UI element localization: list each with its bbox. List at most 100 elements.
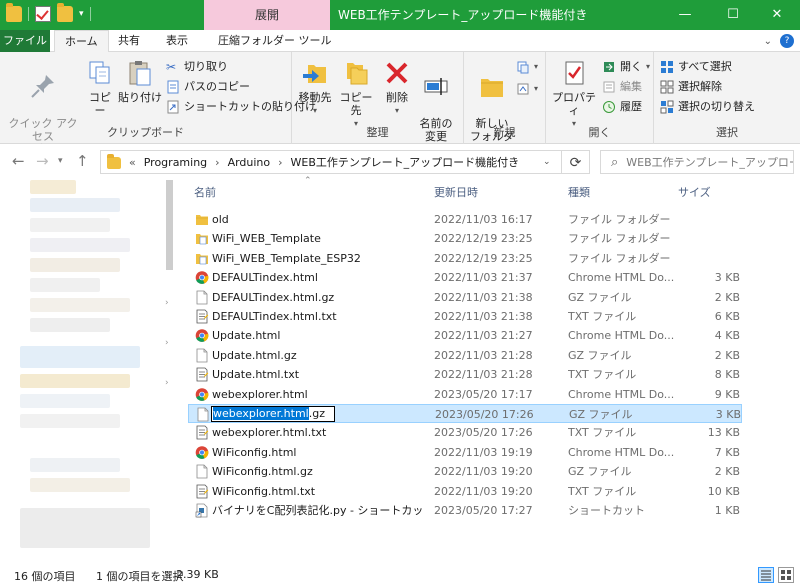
- new-folder-icon: [481, 79, 503, 97]
- file-row[interactable]: old 2022/11/03 16:17 ファイル フォルダー: [188, 210, 742, 229]
- recent-locations-icon[interactable]: ▾: [58, 156, 63, 166]
- organize-group-label: 整理: [366, 126, 389, 139]
- tab-view[interactable]: 表示: [156, 30, 198, 52]
- open-button[interactable]: 開く ▾: [602, 58, 650, 76]
- new-folder-button[interactable]: 新しい フォルダー: [470, 58, 514, 156]
- minimize-button[interactable]: —: [662, 0, 708, 30]
- expand-chevron-icon[interactable]: ›: [165, 298, 169, 308]
- move-to-button[interactable]: 移動先 ▾: [296, 58, 334, 117]
- file-date: 2022/11/03 19:20: [434, 484, 533, 498]
- pin-quick-access-button[interactable]: クイック アクセス にピン留めする: [4, 58, 82, 156]
- back-arrow-icon[interactable]: ←: [12, 152, 25, 170]
- history-icon: [603, 101, 615, 113]
- file-row[interactable]: Update.html.gz 2022/11/03 21:28 GZ ファイル 2 K…: [188, 346, 742, 365]
- forward-arrow-icon[interactable]: →: [36, 152, 49, 170]
- copy-button[interactable]: コピー: [84, 58, 116, 117]
- file-row[interactable]: WiFiconfig.html.txt 2022/11/03 19:20 TXT フ…: [188, 482, 742, 501]
- expand-chevron-icon[interactable]: ›: [165, 338, 169, 348]
- chrome-icon: [195, 445, 209, 459]
- file-row[interactable]: Update.html 2022/11/03 21:27 Chrome HTML D…: [188, 326, 742, 345]
- breadcrumb-item[interactable]: Programing: [144, 156, 207, 169]
- collapse-ribbon-icon[interactable]: ⌄: [764, 36, 772, 47]
- expand-chevron-icon[interactable]: ›: [165, 378, 169, 388]
- tab-share[interactable]: 共有: [108, 30, 150, 52]
- nav-pane-scrollbar[interactable]: › › ›: [163, 178, 176, 564]
- scrollbar-thumb[interactable]: [166, 180, 173, 270]
- file-row[interactable]: バイナリをC配列表記化.py - ショートカット 2023/05/20 17:27…: [188, 501, 742, 520]
- file-row[interactable]: webexplorer.html 2023/05/20 17:17 Chrome H…: [188, 385, 742, 404]
- file-row[interactable]: WiFi_WEB_Template_ESP32 2022/12/19 23:25 フ…: [188, 249, 742, 268]
- invert-selection-button[interactable]: 選択の切り替え: [660, 98, 755, 116]
- file-row[interactable]: DEFAULTindex.html.txt 2022/11/03 21:38 TXT…: [188, 307, 742, 326]
- file-row[interactable]: WiFi_WEB_Template 2022/12/19 23:25 ファイル フォ…: [188, 229, 742, 248]
- tab-compressed-folder-tools[interactable]: 圧縮フォルダー ツール: [208, 30, 342, 52]
- file-row[interactable]: Update.html.txt 2022/11/03 21:28 TXT ファイル 8…: [188, 365, 742, 384]
- title-bar: ▾ 展開 WEB工作テンプレート_アップロード機能付き — ☐ ✕: [0, 0, 800, 30]
- up-arrow-icon[interactable]: ↑: [76, 152, 89, 170]
- address-bar[interactable]: « Programing › Arduino › WEB工作テンプレート_アップ…: [100, 150, 562, 174]
- copy-to-button[interactable]: コピー先 ▾: [336, 58, 376, 130]
- quick-access-toolbar: ▾: [6, 3, 91, 22]
- cut-button[interactable]: ✂ 切り取り: [166, 58, 228, 76]
- tab-home[interactable]: ホーム: [54, 30, 109, 53]
- rename-input[interactable]: webexplorer.html.gz: [211, 406, 335, 422]
- paste-button[interactable]: 貼り付け: [118, 58, 162, 104]
- breadcrumb-separator-icon[interactable]: ›: [278, 156, 282, 169]
- column-header-name[interactable]: 名前: [194, 182, 216, 204]
- select-none-button[interactable]: 選択解除: [660, 78, 722, 96]
- file-size: [674, 229, 740, 248]
- edit-button[interactable]: 編集: [602, 78, 642, 96]
- file-row[interactable]: DEFAULTindex.html 2022/11/03 21:37 Chrome …: [188, 268, 742, 287]
- file-name: old: [212, 213, 229, 226]
- navigation-pane[interactable]: › › ›: [0, 178, 176, 564]
- copy-path-button[interactable]: パスのコピー: [166, 78, 250, 96]
- breadcrumb-item[interactable]: Arduino: [228, 156, 271, 169]
- search-input[interactable]: ⌕ WEB工作テンプレート_アップロー...: [600, 150, 794, 174]
- breadcrumb-separator-icon[interactable]: ›: [215, 156, 219, 169]
- breadcrumb-item[interactable]: WEB工作テンプレート_アップロード機能付き: [291, 154, 520, 170]
- window-title: WEB工作テンプレート_アップロード機能付き: [338, 8, 588, 22]
- file-type: GZ ファイル: [569, 408, 633, 421]
- file-size: 9 KB: [714, 387, 740, 401]
- ribbon: クイック アクセス にピン留めする コピー 貼り付け ✂ 切り取り パスのコピー…: [0, 52, 800, 156]
- file-size: [674, 210, 740, 229]
- new-folder-icon[interactable]: [57, 3, 73, 22]
- file-row[interactable]: webexplorer.html.gz 2023/05/20 17:26 GZ ファ…: [188, 404, 742, 423]
- refresh-button[interactable]: ⟳: [562, 150, 590, 174]
- file-name: バイナリをC配列表記化.py - ショートカット: [212, 504, 426, 517]
- details-view-button[interactable]: [758, 567, 774, 583]
- history-button[interactable]: 履歴: [602, 98, 642, 116]
- file-name: webexplorer.html: [212, 387, 308, 401]
- address-dropdown-icon[interactable]: ⌄: [543, 157, 551, 167]
- file-date: 2022/11/03 21:27: [434, 329, 533, 343]
- qat-dropdown-icon[interactable]: ▾: [79, 9, 84, 19]
- easy-access-button[interactable]: ▾: [516, 80, 538, 98]
- folder-document-icon: [196, 234, 208, 245]
- text-file-icon: [196, 425, 209, 440]
- file-row[interactable]: webexplorer.html.txt 2023/05/20 17:26 TXT …: [188, 423, 742, 442]
- file-name: WiFiconfig.html: [212, 445, 297, 459]
- column-header-type[interactable]: 種類: [568, 182, 590, 204]
- file-date: 2022/11/03 16:17: [434, 213, 533, 226]
- select-all-icon: [661, 61, 673, 73]
- tab-file[interactable]: ファイル: [0, 30, 50, 52]
- new-item-button[interactable]: ▾: [516, 58, 538, 76]
- close-button[interactable]: ✕: [754, 0, 800, 30]
- properties-button[interactable]: プロパティ ▾: [550, 58, 598, 130]
- file-size: 6 KB: [714, 310, 740, 323]
- delete-button[interactable]: 削除 ▾: [382, 58, 412, 117]
- properties-icon[interactable]: [35, 6, 51, 22]
- column-header-date[interactable]: 更新日時: [434, 182, 478, 204]
- chrome-icon: [195, 387, 209, 401]
- file-row[interactable]: WiFiconfig.html 2022/11/03 19:19 Chrome HT…: [188, 443, 742, 462]
- maximize-button[interactable]: ☐: [710, 0, 756, 30]
- file-row[interactable]: DEFAULTindex.html.gz 2022/11/03 21:38 GZ フ…: [188, 288, 742, 307]
- column-header-size[interactable]: サイズ: [678, 182, 711, 204]
- large-icons-view-button[interactable]: [778, 567, 794, 583]
- properties-icon: [565, 61, 584, 85]
- file-row[interactable]: WiFiconfig.html.gz 2022/11/03 19:20 GZ ファイ…: [188, 462, 742, 481]
- select-all-button[interactable]: すべて選択: [660, 58, 732, 76]
- contextual-tab-extract[interactable]: 展開: [204, 0, 330, 30]
- breadcrumb-overflow[interactable]: «: [129, 156, 136, 169]
- help-icon[interactable]: ?: [780, 34, 794, 48]
